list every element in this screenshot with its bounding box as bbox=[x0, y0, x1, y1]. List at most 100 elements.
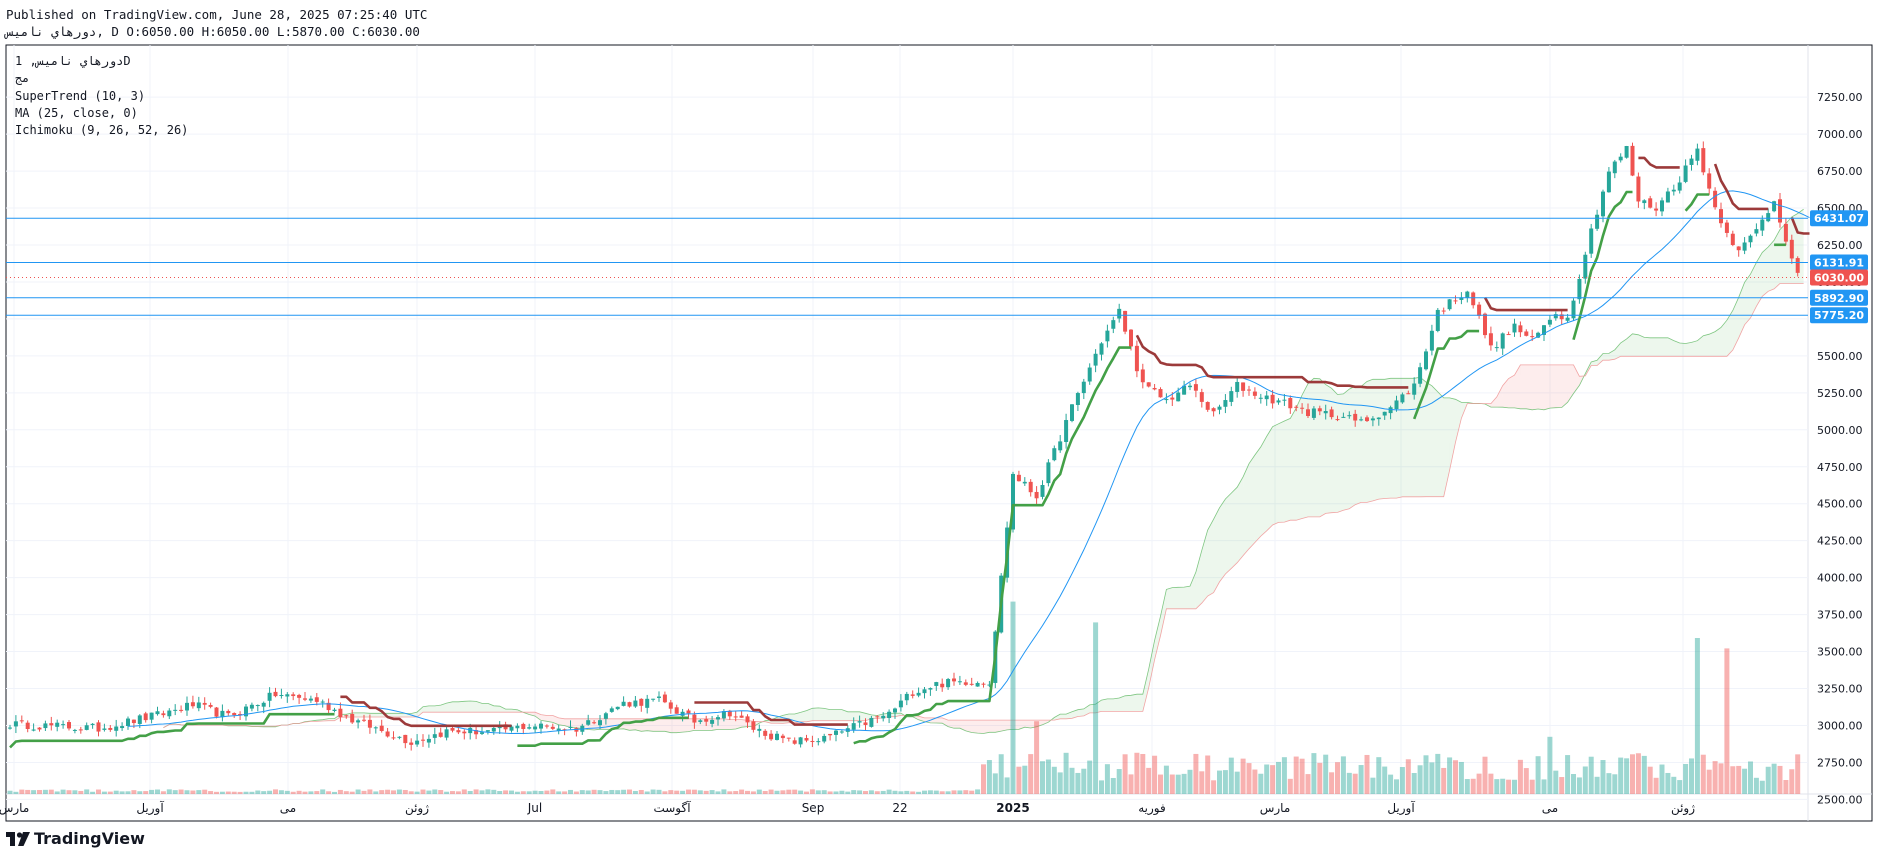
volume-bar bbox=[857, 790, 863, 794]
candle-down bbox=[674, 707, 679, 714]
candle-down bbox=[367, 719, 372, 728]
candle-up bbox=[72, 729, 77, 731]
volume-bar bbox=[591, 789, 597, 794]
volume-bar bbox=[868, 790, 874, 794]
volume-bar bbox=[621, 789, 627, 794]
candle-down bbox=[780, 735, 785, 739]
candle-down bbox=[704, 719, 709, 722]
candle-up bbox=[651, 698, 656, 700]
volume-bar bbox=[25, 789, 31, 794]
candle-up bbox=[1370, 418, 1375, 421]
candle-up bbox=[1075, 393, 1080, 405]
candle-down bbox=[1329, 409, 1334, 418]
volume-bar bbox=[1317, 762, 1323, 794]
volume-bar bbox=[1099, 780, 1104, 794]
cloud-segment bbox=[723, 718, 730, 730]
volume-bar bbox=[461, 789, 467, 794]
cloud-segment bbox=[1237, 476, 1244, 563]
volume-bar bbox=[709, 790, 715, 794]
legend-ichimoku[interactable]: Ichimoku (9, 26, 52, 26) bbox=[15, 123, 188, 137]
legend-symbol[interactable]: دورهاي نامیس, 1D bbox=[15, 54, 131, 68]
candle-down bbox=[421, 739, 425, 741]
volume-bar bbox=[491, 789, 497, 794]
volume-bar bbox=[1110, 777, 1116, 794]
candle-up bbox=[1677, 182, 1682, 191]
volume-bar bbox=[273, 789, 278, 794]
candle-down bbox=[786, 737, 791, 739]
volume-bar bbox=[385, 789, 391, 794]
volume-bar bbox=[1240, 758, 1246, 794]
candle-down bbox=[804, 738, 809, 741]
candle-up bbox=[645, 698, 650, 708]
volume-bar bbox=[969, 790, 975, 794]
cloud-segment bbox=[452, 701, 459, 713]
volume-bar bbox=[54, 791, 60, 794]
volume-bar bbox=[1517, 759, 1523, 794]
volume-bar bbox=[1276, 761, 1281, 794]
supertrend-up-line bbox=[853, 346, 1131, 745]
candle-down bbox=[1654, 208, 1659, 211]
volume-bar bbox=[1612, 774, 1618, 794]
volume-bar bbox=[662, 791, 668, 794]
price-tick-label: 4750.00 bbox=[1817, 461, 1863, 474]
cloud-segment bbox=[1520, 364, 1527, 409]
legend-ma[interactable]: MA (25, close, 0) bbox=[15, 106, 138, 120]
cloud-segment bbox=[824, 708, 831, 721]
candles bbox=[8, 141, 1800, 751]
volume-bar bbox=[1641, 755, 1647, 794]
volume-bar bbox=[1659, 764, 1665, 794]
candle-up bbox=[775, 733, 779, 740]
volume-bar bbox=[1718, 763, 1724, 794]
time-tick-label: 22 bbox=[892, 801, 907, 815]
volume-bar bbox=[680, 790, 686, 794]
cloud-segment bbox=[830, 709, 836, 721]
volume-bar bbox=[1565, 755, 1571, 794]
volume-bar bbox=[1051, 766, 1057, 794]
candle-up bbox=[1223, 400, 1228, 407]
volume-bar bbox=[686, 789, 691, 794]
legend-supertrend[interactable]: SuperTrend (10, 3) bbox=[15, 89, 145, 103]
supertrend-down-line bbox=[1638, 156, 1680, 169]
volume-bar bbox=[1582, 766, 1588, 794]
candle-down bbox=[639, 698, 644, 706]
candle-up bbox=[615, 706, 620, 710]
cloud-segment bbox=[1355, 386, 1362, 505]
volume-bar bbox=[697, 790, 703, 794]
supertrend-down-line bbox=[1483, 296, 1568, 312]
candle-up bbox=[1601, 191, 1605, 217]
volume-bar bbox=[1706, 769, 1712, 794]
candle-down bbox=[1306, 409, 1310, 417]
candle-up bbox=[1465, 291, 1470, 298]
volume-bar bbox=[37, 789, 42, 794]
candle-down bbox=[1146, 382, 1151, 387]
candle-down bbox=[963, 682, 968, 685]
volume-bar bbox=[1512, 779, 1517, 794]
volume-bar bbox=[833, 791, 839, 794]
candle-up bbox=[1624, 146, 1629, 158]
candle-down bbox=[1365, 417, 1369, 422]
volume-bar bbox=[750, 791, 756, 794]
volume-bar bbox=[1647, 766, 1653, 794]
cloud-segment bbox=[470, 701, 477, 713]
cloud-segment bbox=[936, 717, 943, 724]
cloud-segment bbox=[1172, 587, 1179, 609]
candle-up bbox=[1064, 420, 1069, 442]
cloud-segment bbox=[1302, 383, 1308, 519]
candle-down bbox=[131, 719, 136, 724]
volume-bar bbox=[1529, 779, 1535, 794]
candle-up bbox=[426, 738, 431, 743]
volume-bar bbox=[284, 790, 290, 794]
volume-bar bbox=[208, 791, 214, 794]
volume-bar bbox=[1671, 776, 1677, 794]
candle-down bbox=[403, 734, 408, 744]
volume-bar bbox=[308, 791, 314, 794]
volume-bar bbox=[1553, 770, 1559, 794]
price-chart[interactable]: 2500.00 2750.00 3000.00 3250.00 3500.00 3750.… bbox=[0, 0, 1878, 858]
volume-bar bbox=[1158, 774, 1163, 794]
volume-bar bbox=[674, 790, 680, 794]
volume-bar bbox=[1618, 757, 1624, 794]
volume-bar bbox=[520, 791, 526, 794]
cloud-segment bbox=[499, 706, 506, 713]
cloud-segment bbox=[1024, 720, 1031, 728]
volume-bar bbox=[1081, 768, 1087, 794]
